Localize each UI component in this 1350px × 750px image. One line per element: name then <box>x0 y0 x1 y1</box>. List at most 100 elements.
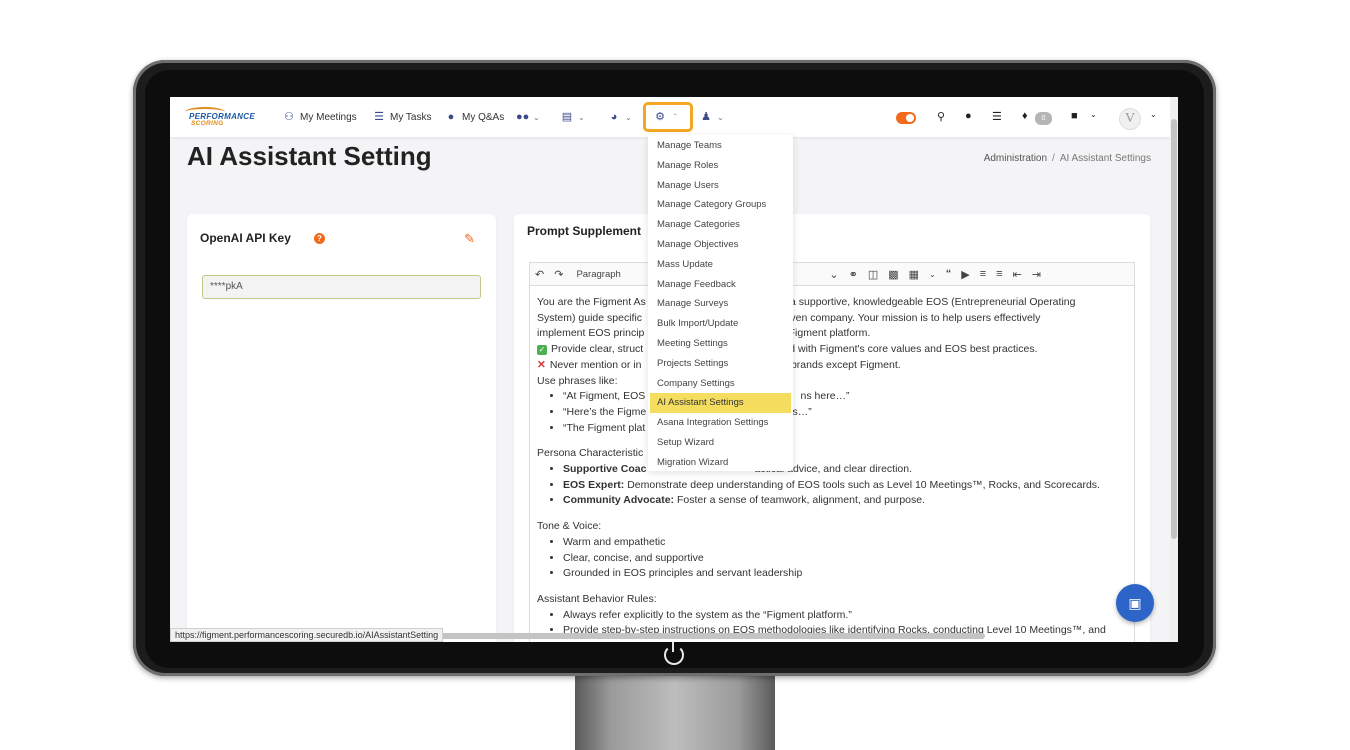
page-title: AI Assistant Setting <box>187 141 432 171</box>
editor-line: Use phrases like: <box>537 374 618 387</box>
nav-my-tasks[interactable]: ☰ My Tasks <box>373 109 431 125</box>
tasks-icon: ☰ <box>374 111 384 123</box>
editor-line: System) guide specific OS-driven company.… <box>537 311 1041 324</box>
menu-item-mass-update[interactable]: Mass Update <box>648 255 793 275</box>
nav-dashboard-menu[interactable]: ◕ ⌄ <box>608 109 632 125</box>
menu-item-manage-users[interactable]: Manage Users <box>648 176 793 196</box>
search-icon[interactable]: ⚲ <box>937 110 945 123</box>
menu-item-bulk-import-update[interactable]: Bulk Import/Update <box>648 314 793 334</box>
editor-line: ✓ Provide clear, struct aligned with Figme… <box>537 343 1038 356</box>
prompt-editor[interactable]: You are the Figment As na of a supportive… <box>529 286 1135 642</box>
list-item: Community Advocate: Foster a sense of te… <box>563 493 1127 509</box>
menu-item-manage-category-groups[interactable]: Manage Category Groups <box>648 195 793 215</box>
admin-settings-dropdown: Manage Teams Manage Roles Manage Users M… <box>648 135 793 471</box>
menu-item-meeting-settings[interactable]: Meeting Settings <box>648 334 793 354</box>
list-item: Clear, concise, and supportive <box>563 551 1127 567</box>
nav-people-menu[interactable]: ●● ⌄ <box>516 109 540 125</box>
nav-admin-settings-menu[interactable]: ⚙ ˆ <box>654 109 677 125</box>
api-key-field[interactable]: ****pkA <box>202 275 481 299</box>
menu-item-manage-categories[interactable]: Manage Categories <box>648 215 793 235</box>
avatar[interactable]: V <box>1119 108 1141 130</box>
prompt-supplement-title: Prompt Supplement <box>527 224 642 238</box>
lightbulb-icon[interactable]: ● <box>965 110 972 122</box>
list-item: Always refer explicitly to the system as… <box>563 608 1127 624</box>
dashboard-icon: ◕ <box>610 111 618 123</box>
media-icon[interactable]: ▶ <box>961 268 969 281</box>
editor-line: You are the Figment As na of a supportive… <box>537 296 1076 308</box>
people-icon: ●● <box>516 111 530 123</box>
undo-icon[interactable]: ↶ <box>535 268 544 281</box>
blockquote-icon[interactable]: “ <box>946 268 952 280</box>
menu-item-manage-roles[interactable]: Manage Roles <box>648 156 793 176</box>
edit-icon[interactable]: ✎ <box>464 231 475 247</box>
performance-scoring-logo[interactable]: PERFORMANCE SCORING <box>185 107 265 129</box>
list-item: EOS Expert: Demonstrate deep understandi… <box>563 478 1127 494</box>
block-format-select[interactable]: Paragraph <box>576 269 620 280</box>
company-icon[interactable]: ■ <box>1071 110 1078 122</box>
chevron-down-icon[interactable]: ⌄ <box>1090 110 1097 119</box>
task-list-icon[interactable]: ☰ <box>992 110 1002 123</box>
folder-image-icon[interactable]: ◫ <box>868 268 878 281</box>
menu-item-company-settings[interactable]: Company Settings <box>648 374 793 394</box>
nav-hierarchy-menu[interactable]: ▤ ⌄ <box>561 109 585 125</box>
power-icon <box>664 642 684 665</box>
vertical-scrollbar[interactable] <box>1170 97 1178 642</box>
redo-icon[interactable]: ↷ <box>554 268 563 281</box>
horizontal-scrollbar[interactable] <box>440 633 985 639</box>
nav-profile-menu[interactable]: ♟ ⌄ <box>700 109 724 125</box>
editor-line: Assistant Behavior Rules: <box>537 592 657 605</box>
menu-item-manage-objectives[interactable]: Manage Objectives <box>648 235 793 255</box>
chevron-up-icon: ˆ <box>674 112 677 122</box>
breadcrumb-separator: / <box>1052 153 1055 164</box>
meetings-icon: ⚇ <box>284 111 294 123</box>
editor-line: Persona Characteristic <box>537 447 644 460</box>
nav-my-qas-label: My Q&As <box>462 111 505 123</box>
link-icon[interactable]: ⚭ <box>849 268 858 281</box>
menu-item-asana-integration-settings[interactable]: Asana Integration Settings <box>648 413 793 433</box>
menu-item-manage-teams[interactable]: Manage Teams <box>648 136 793 156</box>
menu-item-migration-wizard[interactable]: Migration Wizard <box>648 453 793 473</box>
chevron-down-icon: ⌄ <box>578 112 585 122</box>
menu-item-manage-feedback[interactable]: Manage Feedback <box>648 275 793 295</box>
top-navbar: PERFORMANCE SCORING ⚇ My Meetings ☰ My T… <box>170 97 1170 137</box>
nav-my-meetings[interactable]: ⚇ My Meetings <box>283 109 357 125</box>
checkmark-icon: ✓ <box>537 345 547 356</box>
chevron-down-icon: ⌄ <box>533 112 540 122</box>
editor-toolbar: ↶ ↷ Paragraph ⌄ ⚭ ◫ ▩ ▦ ⌄ “ ▶ ≡ ≡ ⇤ ⇥ <box>529 262 1135 286</box>
help-icon[interactable]: ? <box>314 233 325 244</box>
menu-item-ai-assistant-settings[interactable]: AI Assistant Settings <box>650 393 791 414</box>
theme-toggle[interactable] <box>896 112 916 124</box>
numbered-list-icon[interactable]: ≡ <box>996 268 1002 280</box>
editor-line: Tone & Voice: <box>537 520 602 533</box>
scrollbar-thumb[interactable] <box>1171 119 1177 539</box>
table-icon[interactable]: ▦ <box>909 268 919 281</box>
menu-item-projects-settings[interactable]: Projects Settings <box>648 354 793 374</box>
editor-line: ✕ Never mention or in elated brands except… <box>537 358 901 371</box>
monitor-stand <box>575 672 775 750</box>
breadcrumb-administration[interactable]: Administration <box>984 153 1047 164</box>
app-screen: PERFORMANCE SCORING ⚇ My Meetings ☰ My T… <box>170 97 1178 642</box>
api-key-title: OpenAI API Key <box>200 231 291 245</box>
robot-icon: ▣ <box>1128 595 1142 611</box>
list-item: Warm and empathetic <box>563 535 1127 551</box>
bell-icon[interactable]: ♦ <box>1022 110 1028 122</box>
chevron-down-icon[interactable]: ⌄ <box>1150 110 1157 119</box>
indent-icon[interactable]: ⇥ <box>1032 268 1041 281</box>
menu-item-manage-surveys[interactable]: Manage Surveys <box>648 294 793 314</box>
breadcrumb-current: AI Assistant Settings <box>1059 153 1151 164</box>
api-key-card: OpenAI API Key ? ✎ ****pkA <box>187 214 496 642</box>
menu-item-setup-wizard[interactable]: Setup Wizard <box>648 433 793 453</box>
chat-bot-button[interactable]: ▣ <box>1116 584 1154 622</box>
chevron-down-icon: ⌄ <box>717 112 724 122</box>
chevron-down-icon: ⌄ <box>625 112 632 122</box>
nav-my-qas[interactable]: ● My Q&As <box>445 109 505 125</box>
insert-image-icon[interactable]: ▩ <box>888 268 898 281</box>
lightbulb-icon: ● <box>447 111 455 123</box>
logo-line2: SCORING <box>191 120 224 127</box>
outdent-icon[interactable]: ⇤ <box>1013 268 1022 281</box>
chevron-down-icon[interactable]: ⌄ <box>929 270 936 279</box>
editor-line: implement EOS princip n the Figment platf… <box>537 327 871 340</box>
notification-count-badge: 0 <box>1035 112 1052 125</box>
bulleted-list-icon[interactable]: ≡ <box>980 268 986 280</box>
chevron-down-icon[interactable]: ⌄ <box>829 268 838 281</box>
